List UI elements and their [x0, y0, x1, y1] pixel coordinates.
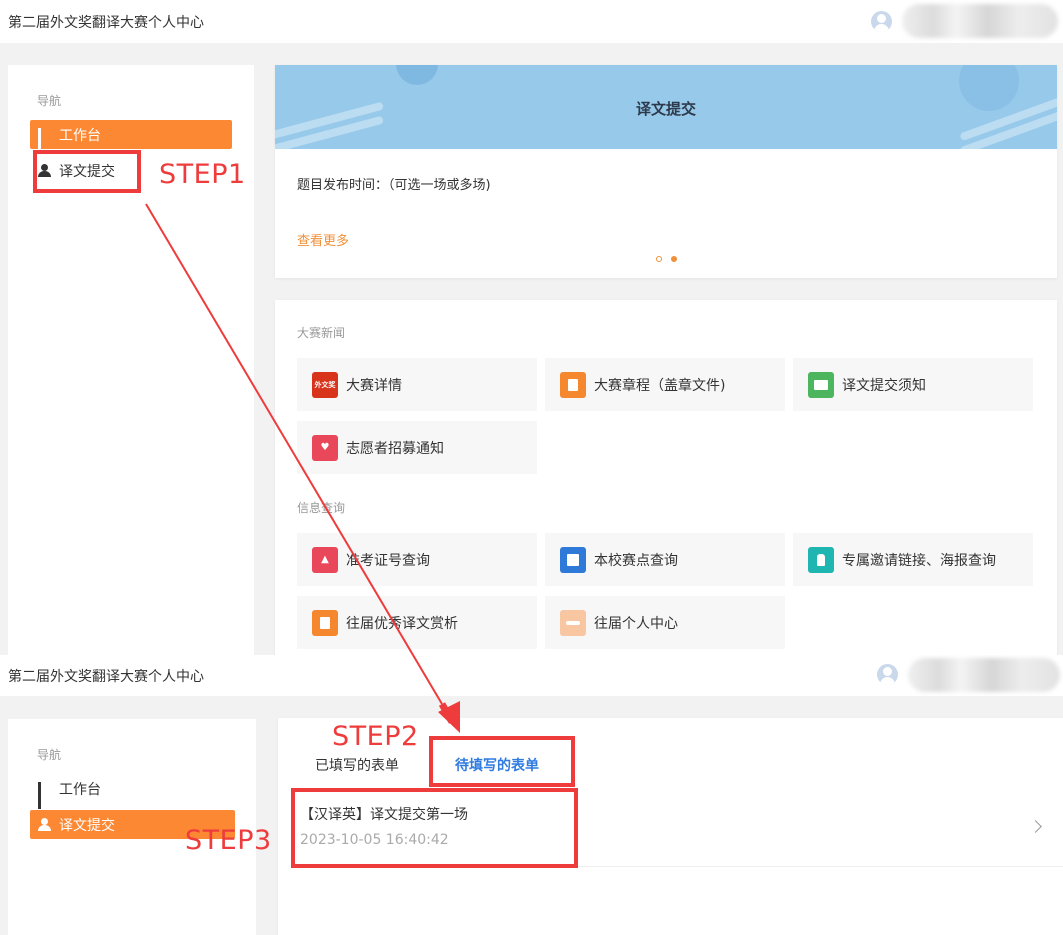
tile-ticket-query[interactable]: ▲ 准考证号查询: [297, 533, 537, 586]
see-more-link[interactable]: 查看更多: [297, 230, 349, 249]
nav-item-workbench[interactable]: 工作台: [30, 774, 232, 809]
news-heading: 大赛新闻: [297, 326, 346, 340]
tile-invite-link-query[interactable]: 专属邀请链接、海报查询: [793, 533, 1033, 586]
avatar[interactable]: [871, 11, 892, 32]
toggle-icon: [560, 609, 586, 636]
tile-contest-rules[interactable]: 大赛章程（盖章文件): [545, 358, 785, 411]
contest-logo-icon: 外文奖: [312, 371, 338, 398]
tile-label: 大赛详情: [346, 377, 402, 394]
tile-label: 往届个人中心: [594, 615, 678, 632]
step3-label: STEP3: [185, 825, 272, 856]
building-icon: [560, 546, 586, 573]
banner-card: 译文提交 题目发布时间：（可选一场或多场) 查看更多: [275, 65, 1057, 278]
grid-icon: [38, 782, 51, 809]
step3-highlight-box: [291, 788, 578, 868]
tile-label: 志愿者招募通知: [346, 440, 444, 457]
book-icon: [808, 371, 834, 398]
carousel-dot[interactable]: [656, 256, 662, 262]
tile-label: 准考证号查询: [346, 552, 430, 569]
user-icon: [38, 818, 51, 831]
nav-heading: 导航: [37, 94, 62, 108]
publish-time-info: 题目发布时间：（可选一场或多场): [297, 178, 491, 193]
step2-label: STEP2: [332, 721, 419, 752]
step1-highlight-box: [33, 150, 141, 193]
carousel-dot-active[interactable]: [671, 256, 677, 262]
banner: 译文提交: [275, 65, 1057, 149]
tile-past-personal-center[interactable]: 往届个人中心: [545, 596, 785, 649]
step2-highlight-box: [429, 736, 575, 787]
graduation-cap-icon: ▲: [312, 546, 338, 573]
app-title: 第二届外文奖翻译大赛个人中心: [8, 669, 204, 685]
nav-heading: 导航: [37, 748, 62, 762]
document-icon: [560, 371, 586, 398]
tile-volunteer-notice[interactable]: ♥ 志愿者招募通知: [297, 421, 537, 474]
top-bar: 第二届外文奖翻译大赛个人中心: [0, 655, 1063, 696]
banner-title: 译文提交: [635, 100, 696, 118]
tile-label: 专属邀请链接、海报查询: [842, 552, 996, 569]
step1-label: STEP1: [159, 159, 246, 190]
tile-label: 译文提交须知: [842, 377, 926, 394]
query-heading: 信息查询: [297, 501, 346, 515]
tile-label: 本校赛点查询: [594, 552, 678, 569]
tab-filled-forms[interactable]: 已填写的表单: [315, 755, 399, 775]
heart-icon: ♥: [312, 434, 338, 461]
tile-contest-details[interactable]: 外文奖 大赛详情: [297, 358, 537, 411]
nav-item-label: 译文提交: [59, 817, 115, 834]
tile-label: 大赛章程（盖章文件): [594, 377, 726, 394]
top-bar: 第二届外文奖翻译大赛个人中心: [0, 0, 1063, 43]
banner-decoration: [396, 65, 438, 85]
app-title: 第二届外文奖翻译大赛个人中心: [8, 15, 204, 31]
tile-label: 往届优秀译文赏析: [346, 615, 458, 632]
chevron-right-icon[interactable]: [1029, 820, 1042, 833]
tile-submission-notes[interactable]: 译文提交须知: [793, 358, 1033, 411]
username-blurred[interactable]: [908, 658, 1060, 692]
tile-school-venue-query[interactable]: 本校赛点查询: [545, 533, 785, 586]
screenshot-workbench: 第二届外文奖翻译大赛个人中心 导航 工作台 译文提交 译文提交 题目发布时间：（…: [0, 0, 1063, 655]
tile-past-translations[interactable]: 往届优秀译文赏析: [297, 596, 537, 649]
links-card: 大赛新闻 外文奖 大赛详情 大赛章程（盖章文件) 译文提交须知 ♥ 志愿者招募通…: [275, 300, 1057, 655]
nav-item-label: 工作台: [59, 781, 101, 798]
nav-item-workbench[interactable]: 工作台: [30, 120, 232, 155]
grid-icon: [38, 128, 51, 155]
avatar[interactable]: [877, 664, 898, 685]
username-blurred[interactable]: [902, 4, 1058, 38]
cup-icon: [808, 546, 834, 573]
nav-item-label: 工作台: [59, 127, 101, 144]
document-icon: [312, 609, 338, 636]
